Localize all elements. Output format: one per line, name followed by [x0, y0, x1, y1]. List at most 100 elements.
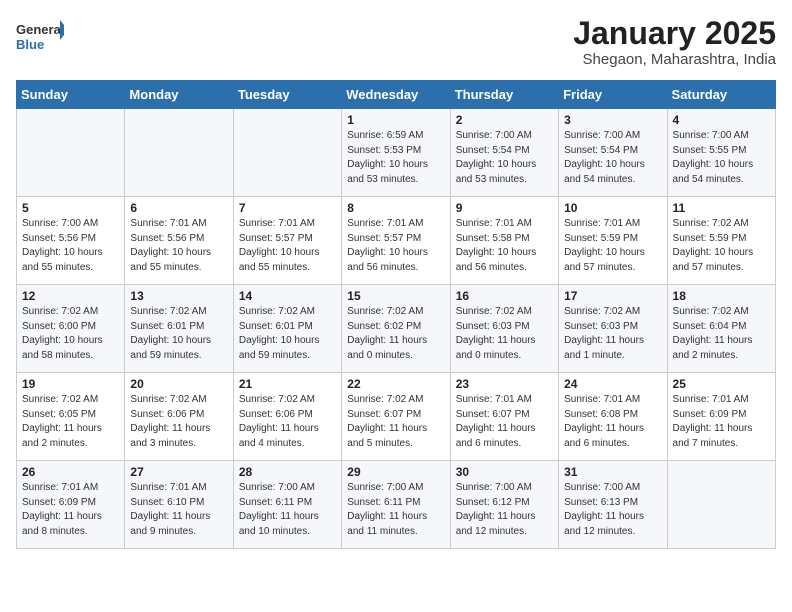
day-number: 4 — [673, 113, 770, 127]
day-info: Sunrise: 7:02 AM Sunset: 6:01 PM Dayligh… — [130, 305, 227, 363]
day-number: 19 — [22, 377, 119, 391]
day-number: 15 — [347, 289, 444, 303]
table-row — [667, 461, 775, 549]
table-row: 15 Sunrise: 7:02 AM Sunset: 6:02 PM Dayli… — [342, 285, 450, 373]
table-row: 13Sunrise: 7:02 AM Sunset: 6:01 PM Dayli… — [125, 285, 233, 373]
day-number: 18 — [673, 289, 770, 303]
day-number: 1 — [347, 113, 444, 127]
table-row — [17, 109, 125, 197]
day-number: 14 — [239, 289, 336, 303]
day-number: 31 — [564, 465, 661, 479]
day-number: 27 — [130, 465, 227, 479]
table-row: 27 Sunrise: 7:01 AM Sunset: 6:10 PM Dayli… — [125, 461, 233, 549]
day-number: 24 — [564, 377, 661, 391]
table-row: 1 Sunrise: 6:59 AM Sunset: 5:53 PM Daylig… — [342, 109, 450, 197]
table-row: 24 Sunrise: 7:01 AM Sunset: 6:08 PM Dayli… — [559, 373, 667, 461]
day-header-wednesday: Wednesday — [342, 81, 450, 109]
table-row: 11 Sunrise: 7:02 AM Sunset: 5:59 PM Dayli… — [667, 197, 775, 285]
day-info: Sunrise: 7:02 AM Sunset: 6:05 PM Dayligh… — [22, 393, 119, 451]
table-row: 25 Sunrise: 7:01 AM Sunset: 6:09 PM Dayli… — [667, 373, 775, 461]
day-header-friday: Friday — [559, 81, 667, 109]
day-info: Sunrise: 7:01 AM Sunset: 5:58 PM Dayligh… — [456, 217, 553, 275]
day-number: 25 — [673, 377, 770, 391]
day-header-saturday: Saturday — [667, 81, 775, 109]
table-row — [125, 109, 233, 197]
svg-text:General: General — [16, 22, 64, 37]
day-info: Sunrise: 7:01 AM Sunset: 6:09 PM Dayligh… — [22, 481, 119, 539]
day-info: Sunrise: 7:00 AM Sunset: 6:11 PM Dayligh… — [239, 481, 336, 539]
day-info: Sunrise: 7:02 AM Sunset: 6:06 PM Dayligh… — [239, 393, 336, 451]
table-row: 8 Sunrise: 7:01 AM Sunset: 5:57 PM Daylig… — [342, 197, 450, 285]
table-row: 3 Sunrise: 7:00 AM Sunset: 5:54 PM Daylig… — [559, 109, 667, 197]
day-info: Sunrise: 7:00 AM Sunset: 6:13 PM Dayligh… — [564, 481, 661, 539]
day-info: Sunrise: 7:02 AM Sunset: 6:02 PM Dayligh… — [347, 305, 444, 363]
day-number: 12 — [22, 289, 119, 303]
table-row: 4Sunrise: 7:00 AM Sunset: 5:55 PM Daylig… — [667, 109, 775, 197]
day-info: Sunrise: 7:02 AM Sunset: 6:07 PM Dayligh… — [347, 393, 444, 451]
day-number: 22 — [347, 377, 444, 391]
day-number: 9 — [456, 201, 553, 215]
month-title: January 2025 — [573, 16, 776, 51]
day-number: 8 — [347, 201, 444, 215]
day-header-sunday: Sunday — [17, 81, 125, 109]
table-row: 17 Sunrise: 7:02 AM Sunset: 6:03 PM Dayli… — [559, 285, 667, 373]
table-row: 20Sunrise: 7:02 AM Sunset: 6:06 PM Dayli… — [125, 373, 233, 461]
day-number: 11 — [673, 201, 770, 215]
day-info: Sunrise: 7:01 AM Sunset: 5:57 PM Dayligh… — [347, 217, 444, 275]
day-info: Sunrise: 7:02 AM Sunset: 6:00 PM Dayligh… — [22, 305, 119, 363]
logo-svg: General Blue — [16, 16, 64, 58]
title-block: January 2025 Shegaon, Maharashtra, India — [573, 16, 776, 68]
table-row: 6Sunrise: 7:01 AM Sunset: 5:56 PM Daylig… — [125, 197, 233, 285]
table-row: 23 Sunrise: 7:01 AM Sunset: 6:07 PM Dayli… — [450, 373, 558, 461]
day-info: Sunrise: 7:02 AM Sunset: 6:01 PM Dayligh… — [239, 305, 336, 363]
day-info: Sunrise: 7:01 AM Sunset: 6:09 PM Dayligh… — [673, 393, 770, 451]
table-row: 2 Sunrise: 7:00 AM Sunset: 5:54 PM Daylig… — [450, 109, 558, 197]
day-number: 26 — [22, 465, 119, 479]
day-header-thursday: Thursday — [450, 81, 558, 109]
table-row: 29 Sunrise: 7:00 AM Sunset: 6:11 PM Dayli… — [342, 461, 450, 549]
table-row: 9 Sunrise: 7:01 AM Sunset: 5:58 PM Daylig… — [450, 197, 558, 285]
day-info: Sunrise: 7:01 AM Sunset: 6:10 PM Dayligh… — [130, 481, 227, 539]
day-number: 29 — [347, 465, 444, 479]
day-info: Sunrise: 7:01 AM Sunset: 5:57 PM Dayligh… — [239, 217, 336, 275]
day-info: Sunrise: 7:01 AM Sunset: 6:07 PM Dayligh… — [456, 393, 553, 451]
day-number: 2 — [456, 113, 553, 127]
header: General Blue January 2025 Shegaon, Mahar… — [16, 16, 776, 68]
table-row: 19 Sunrise: 7:02 AM Sunset: 6:05 PM Dayli… — [17, 373, 125, 461]
day-info: Sunrise: 7:00 AM Sunset: 5:54 PM Dayligh… — [564, 129, 661, 187]
day-info: Sunrise: 7:00 AM Sunset: 6:11 PM Dayligh… — [347, 481, 444, 539]
day-info: Sunrise: 7:00 AM Sunset: 6:12 PM Dayligh… — [456, 481, 553, 539]
day-number: 21 — [239, 377, 336, 391]
table-row: 22 Sunrise: 7:02 AM Sunset: 6:07 PM Dayli… — [342, 373, 450, 461]
day-info: Sunrise: 7:01 AM Sunset: 6:08 PM Dayligh… — [564, 393, 661, 451]
day-info: Sunrise: 7:02 AM Sunset: 6:06 PM Dayligh… — [130, 393, 227, 451]
table-row: 21 Sunrise: 7:02 AM Sunset: 6:06 PM Dayli… — [233, 373, 341, 461]
day-header-tuesday: Tuesday — [233, 81, 341, 109]
day-info: Sunrise: 7:01 AM Sunset: 5:56 PM Dayligh… — [130, 217, 227, 275]
day-info: Sunrise: 7:02 AM Sunset: 6:04 PM Dayligh… — [673, 305, 770, 363]
day-info: Sunrise: 7:00 AM Sunset: 5:56 PM Dayligh… — [22, 217, 119, 275]
day-info: Sunrise: 7:00 AM Sunset: 5:54 PM Dayligh… — [456, 129, 553, 187]
table-row: 5 Sunrise: 7:00 AM Sunset: 5:56 PM Daylig… — [17, 197, 125, 285]
day-info: Sunrise: 7:01 AM Sunset: 5:59 PM Dayligh… — [564, 217, 661, 275]
table-row: 18 Sunrise: 7:02 AM Sunset: 6:04 PM Dayli… — [667, 285, 775, 373]
table-row: 14 Sunrise: 7:02 AM Sunset: 6:01 PM Dayli… — [233, 285, 341, 373]
day-header-monday: Monday — [125, 81, 233, 109]
day-number: 23 — [456, 377, 553, 391]
day-number: 10 — [564, 201, 661, 215]
table-row: 30 Sunrise: 7:00 AM Sunset: 6:12 PM Dayli… — [450, 461, 558, 549]
day-number: 5 — [22, 201, 119, 215]
day-info: Sunrise: 7:02 AM Sunset: 6:03 PM Dayligh… — [564, 305, 661, 363]
day-info: Sunrise: 7:02 AM Sunset: 5:59 PM Dayligh… — [673, 217, 770, 275]
table-row: 31 Sunrise: 7:00 AM Sunset: 6:13 PM Dayli… — [559, 461, 667, 549]
day-number: 7 — [239, 201, 336, 215]
table-row — [233, 109, 341, 197]
day-info: Sunrise: 7:02 AM Sunset: 6:03 PM Dayligh… — [456, 305, 553, 363]
day-number: 17 — [564, 289, 661, 303]
day-number: 3 — [564, 113, 661, 127]
day-info: Sunrise: 6:59 AM Sunset: 5:53 PM Dayligh… — [347, 129, 444, 187]
table-row: 26 Sunrise: 7:01 AM Sunset: 6:09 PM Dayli… — [17, 461, 125, 549]
day-number: 30 — [456, 465, 553, 479]
location: Shegaon, Maharashtra, India — [573, 51, 776, 68]
table-row: 10 Sunrise: 7:01 AM Sunset: 5:59 PM Dayli… — [559, 197, 667, 285]
